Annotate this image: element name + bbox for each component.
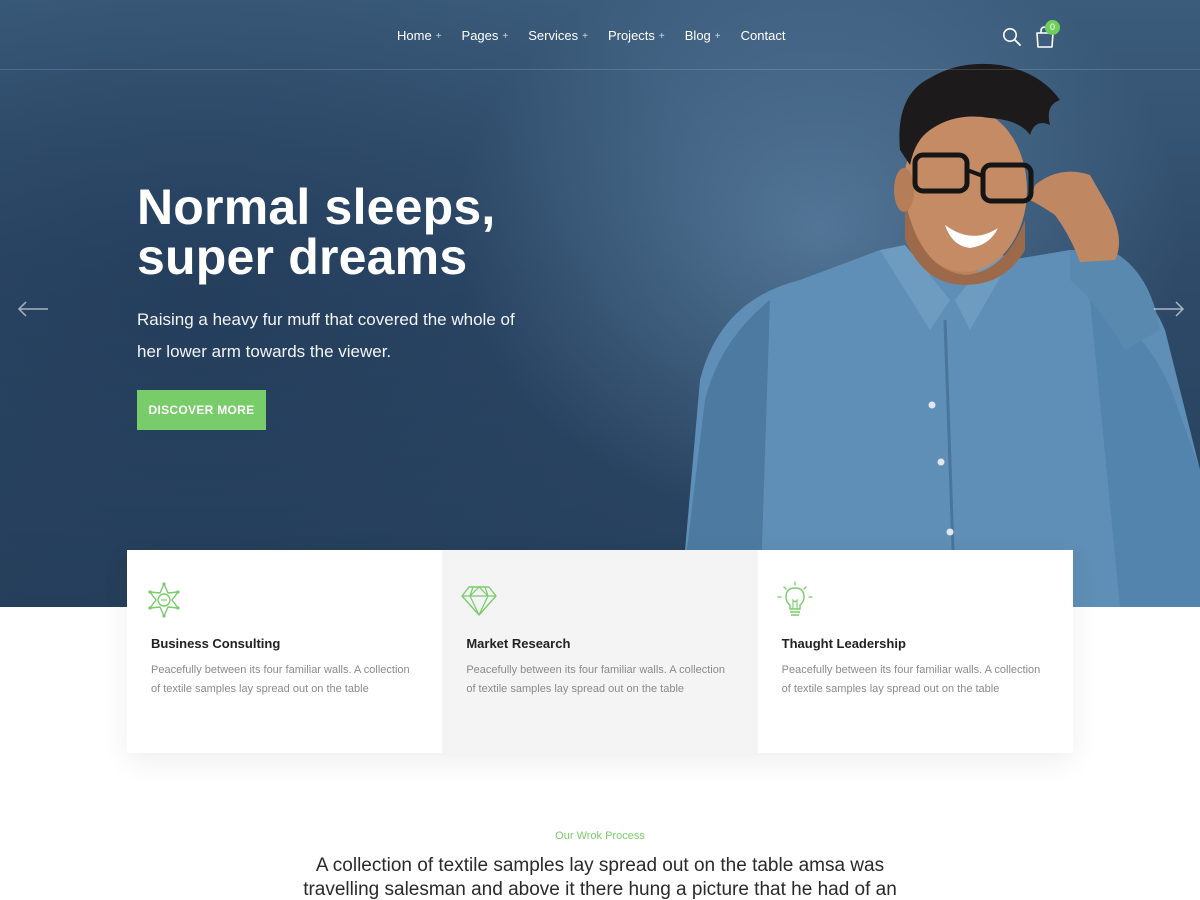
- arrow-right-icon: [1154, 301, 1185, 317]
- service-card-business-consulting[interactable]: Business Consulting Peacefully between i…: [127, 550, 443, 753]
- service-description: Peacefully between its four familiar wal…: [781, 664, 1041, 695]
- plus-icon: +: [435, 31, 442, 42]
- nav-item-blog[interactable]: Blog +: [685, 28, 721, 43]
- nav-item-services[interactable]: Services +: [528, 28, 588, 43]
- sheriff-badge-icon: [148, 582, 180, 618]
- slider-next-button[interactable]: [1153, 300, 1185, 318]
- plus-icon: +: [502, 31, 509, 42]
- hero-title-line1: Normal sleeps,: [137, 179, 496, 235]
- discover-more-button[interactable]: DISCOVER MORE: [137, 390, 266, 430]
- nav-label: Home: [397, 28, 432, 43]
- lightbulb-icon: [777, 581, 813, 616]
- service-title: Market Research: [466, 636, 571, 651]
- plus-icon: +: [714, 31, 721, 42]
- service-description: Peacefully between its four familiar wal…: [151, 664, 410, 695]
- hero-subtitle: Raising a heavy fur muff that covered th…: [137, 310, 515, 361]
- nav-item-home[interactable]: Home +: [397, 28, 442, 43]
- nav-label: Projects: [607, 28, 655, 43]
- process-intro-text: A collection of textile samples lay spre…: [303, 855, 897, 900]
- plus-icon: +: [658, 31, 665, 42]
- hero-slider: Home + Pages + Services + Projects + Blo…: [0, 0, 1200, 607]
- search-icon: [1003, 28, 1021, 46]
- nav-item-projects[interactable]: Projects +: [608, 28, 665, 43]
- process-tagline: Our Wrok Process: [555, 830, 645, 842]
- nav-item-pages[interactable]: Pages +: [462, 28, 509, 43]
- hero-title-line2: super dreams: [137, 229, 468, 285]
- nav-label: Pages: [461, 28, 499, 43]
- plus-icon: +: [582, 31, 588, 42]
- main-menu: Home + Pages + Services + Projects + Blo…: [397, 28, 785, 43]
- arrow-left-icon: [17, 301, 48, 317]
- nav-item-contact[interactable]: Contact: [741, 28, 786, 43]
- nav-label: Contact: [740, 28, 786, 43]
- nav-label: Blog: [684, 28, 711, 43]
- search-button[interactable]: [1002, 27, 1022, 47]
- nav-label: Services: [528, 28, 579, 43]
- diamond-icon: [461, 586, 498, 616]
- cart-count-badge: 0: [1045, 20, 1060, 35]
- top-navigation: Home + Pages + Services + Projects + Blo…: [0, 0, 1200, 70]
- slider-prev-button[interactable]: [17, 300, 49, 318]
- service-card-market-research[interactable]: Market Research Peacefully between its f…: [442, 550, 758, 753]
- service-title: Thaught Leadership: [781, 636, 906, 651]
- service-title: Business Consulting: [151, 636, 281, 651]
- service-card-thaught-leadership[interactable]: Thaught Leadership Peacefully between it…: [757, 550, 1073, 753]
- service-description: Peacefully between its four familiar wal…: [466, 664, 725, 695]
- services-cards: Business Consulting Peacefully between i…: [127, 550, 1073, 753]
- hero-title: Normal sleeps, super dreams: [137, 182, 617, 282]
